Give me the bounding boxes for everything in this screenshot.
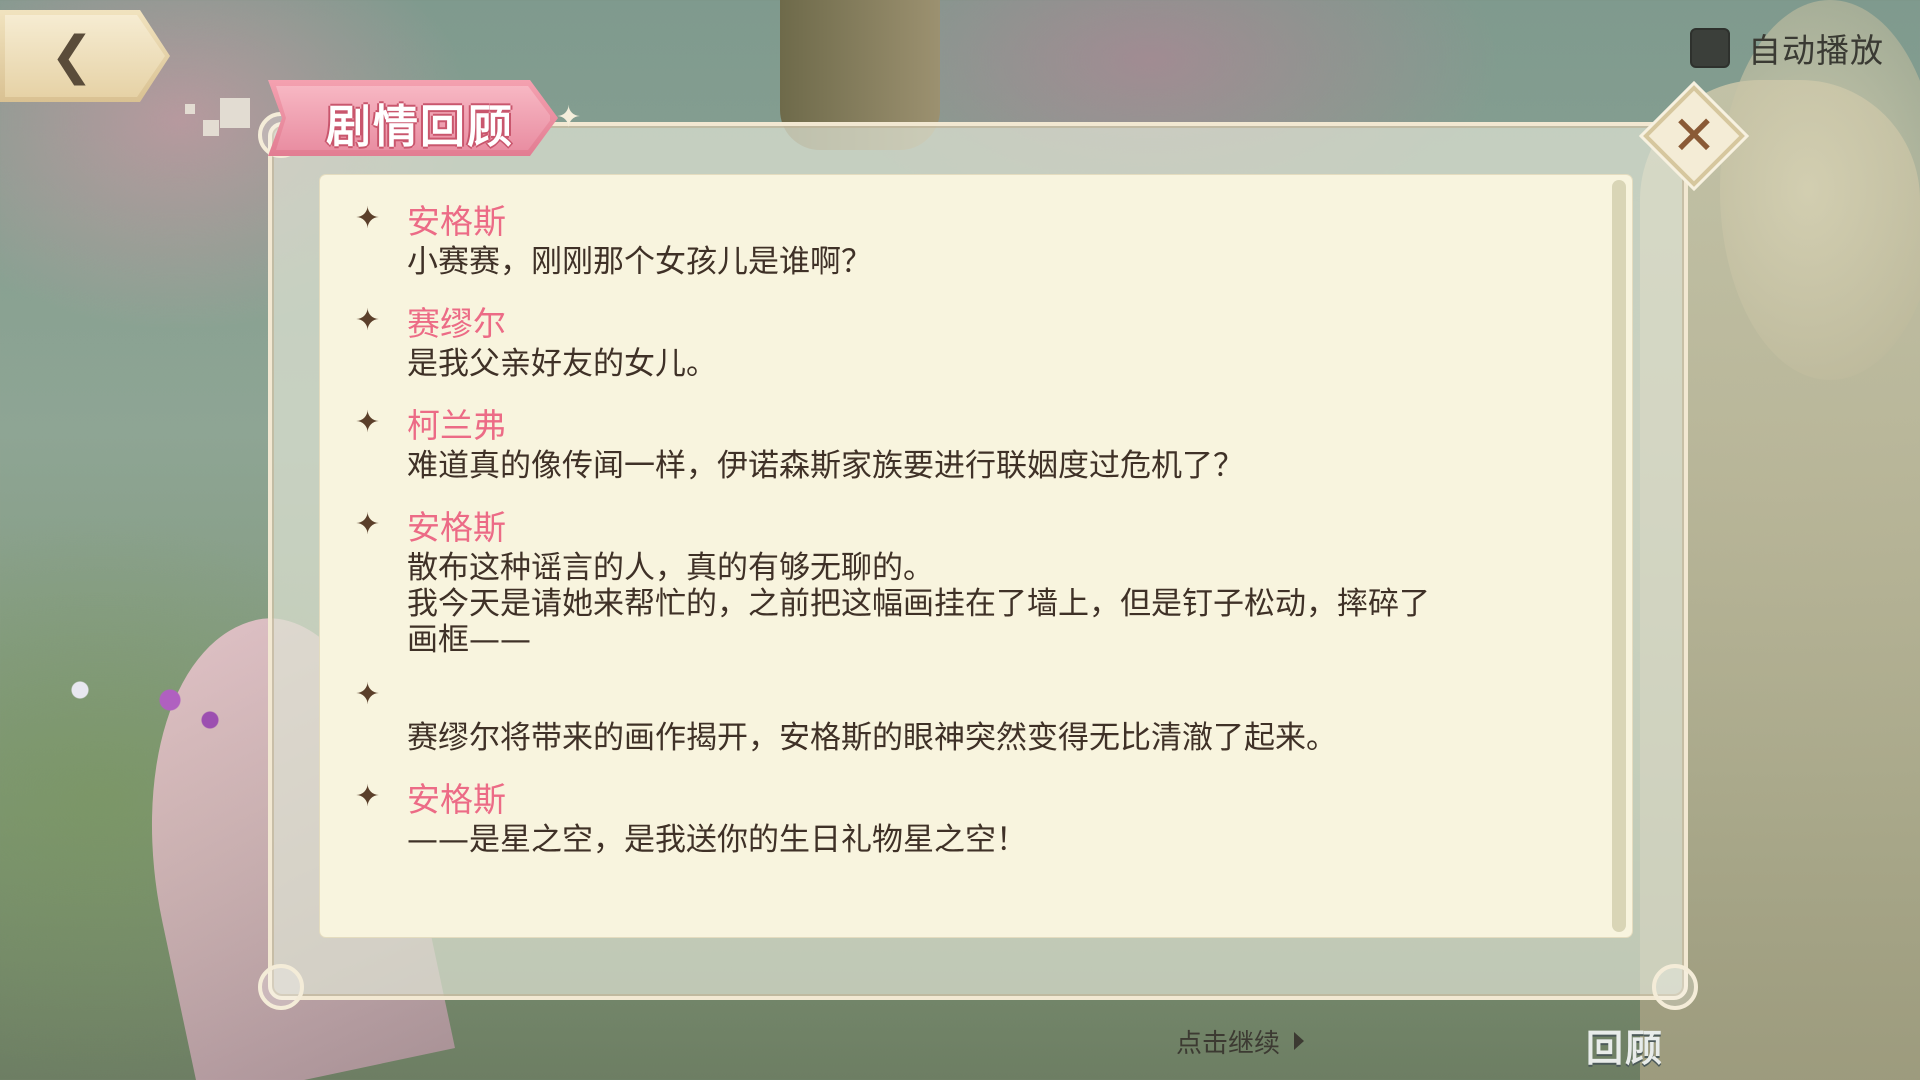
dialogue-line: 难道真的像传闻一样，伊诺森斯家族要进行联姻度过危机了？: [407, 448, 1244, 484]
background-flowers: [60, 660, 220, 740]
frame-corner-ornament: [1652, 964, 1698, 1010]
dialogue-entry-narration: ✦ 赛缪尔将带来的画作揭开，安格斯的眼神突然变得无比清澈了起来。: [355, 676, 1595, 778]
autoplay-toggle[interactable]: 自动播放: [1690, 26, 1884, 70]
dialogue-line: 是我父亲好友的女儿。: [407, 346, 717, 382]
speaker-name: 安格斯: [407, 202, 506, 241]
dialogue-entry: ✦ 安格斯 散布这种谣言的人，真的有够无聊的。 我今天是请她来帮忙的，之前把这幅…: [355, 506, 1595, 676]
sparkle-star-icon: ✦: [355, 677, 381, 712]
title-star-icon: ✦: [556, 100, 582, 135]
dialogue-entry: ✦ 柯兰弗 难道真的像传闻一样，伊诺森斯家族要进行联姻度过危机了？: [355, 404, 1595, 506]
speaker-name: 安格斯: [407, 780, 506, 819]
play-arrow-icon: [1294, 1032, 1305, 1050]
dialogue-entry: ✦ 安格斯 ——是星之空，是我送你的生日礼物星之空！: [355, 778, 1595, 880]
autoplay-label: 自动播放: [1748, 31, 1884, 70]
decorative-squares: [185, 98, 255, 143]
dialogue-entry: ✦ 安格斯 小赛赛，刚刚那个女孩儿是谁啊？: [355, 200, 1595, 302]
speaker-name: [407, 676, 1595, 720]
speaker-name: 赛缪尔: [407, 304, 506, 343]
dialogue-line: 小赛赛，刚刚那个女孩儿是谁啊？: [407, 244, 872, 280]
dialogue-line: 我今天是请她来帮忙的，之前把这幅画挂在了墙上，但是钉子松动，摔碎了: [407, 586, 1430, 622]
dialogue-line: 赛缪尔将带来的画作揭开，安格斯的眼神突然变得无比清澈了起来。: [407, 720, 1337, 756]
frame-corner-ornament: [258, 964, 304, 1010]
back-arrow-icon: ❮: [50, 26, 94, 86]
sparkle-star-icon: ✦: [355, 303, 381, 338]
panel-title: 剧情回顾: [326, 100, 515, 153]
continue-label: 点击继续: [1176, 1028, 1281, 1059]
review-button[interactable]: 回顾: [1586, 1018, 1664, 1070]
close-icon[interactable]: ✕: [1666, 104, 1722, 168]
sparkle-star-icon: ✦: [355, 507, 381, 542]
dialogue-line: ——是星之空，是我送你的生日礼物星之空！: [407, 822, 1027, 858]
click-to-continue[interactable]: 点击继续: [1176, 1022, 1305, 1060]
speaker-name: 安格斯: [407, 508, 506, 547]
sparkle-star-icon: ✦: [355, 779, 381, 814]
dialogue-entry: ✦ 赛缪尔 是我父亲好友的女儿。: [355, 302, 1595, 404]
scrollbar[interactable]: [1612, 180, 1626, 932]
speaker-name: 柯兰弗: [407, 406, 506, 445]
dialogue-line: 画框——: [407, 622, 531, 658]
back-button[interactable]: ❮: [0, 10, 170, 102]
sparkle-star-icon: ✦: [355, 201, 381, 236]
dialogue-line: 散布这种谣言的人，真的有够无聊的。: [407, 550, 934, 586]
sparkle-star-icon: ✦: [355, 405, 381, 440]
autoplay-checkbox[interactable]: [1690, 28, 1730, 68]
dialogue-list: ✦ 安格斯 小赛赛，刚刚那个女孩儿是谁啊？ ✦ 赛缪尔 是我父亲好友的女儿。 ✦…: [355, 200, 1595, 880]
